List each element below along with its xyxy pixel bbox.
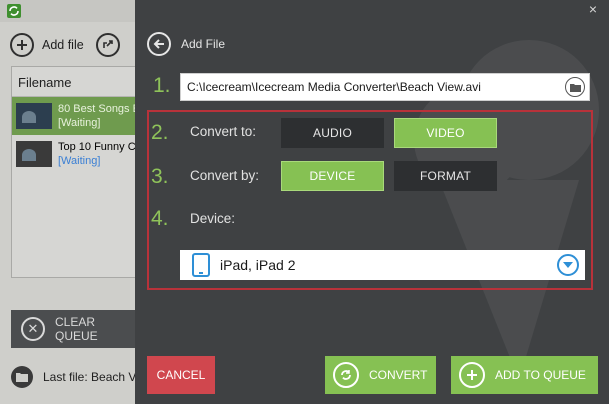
device-select-value: iPad, iPad 2	[220, 257, 296, 273]
file-path-field[interactable]: C:\Icecream\Icecream Media Converter\Bea…	[180, 73, 590, 101]
add-to-queue-button-label: ADD TO QUEUE	[495, 368, 586, 382]
close-icon[interactable]: ×	[589, 1, 597, 17]
device-option-button[interactable]: DEVICE	[281, 161, 384, 191]
clear-queue-label: CLEAR QUEUE	[55, 315, 98, 343]
clear-queue-button[interactable]: ✕ CLEAR QUEUE	[11, 310, 141, 348]
cancel-button[interactable]: CANCEL	[147, 356, 215, 394]
list-item-title: 80 Best Songs E	[58, 103, 140, 115]
list-item-status: [Waiting]	[58, 117, 101, 129]
convert-button-label: CONVERT	[369, 368, 428, 382]
tablet-icon	[192, 253, 210, 277]
video-option-button[interactable]: VIDEO	[394, 118, 497, 148]
last-file-label: Last file: Beach Vi	[43, 370, 139, 384]
step-number-2: 2.	[151, 121, 169, 144]
share-icon	[96, 33, 120, 57]
file-list: Filename 80 Best Songs E [Waiting] Top 1…	[11, 66, 151, 278]
device-select[interactable]: iPad, iPad 2	[180, 250, 585, 280]
add-file-dialog: × Add File 1. C:\Icecream\Icecream Media…	[135, 0, 609, 404]
list-item[interactable]: Top 10 Funny C [Waiting]	[12, 135, 150, 173]
dialog-title: Add File	[181, 37, 226, 51]
app-logo-icon	[7, 4, 21, 18]
chevron-down-icon[interactable]	[557, 254, 579, 276]
step-number-1: 1.	[153, 74, 171, 97]
clear-icon: ✕	[21, 317, 45, 341]
convert-by-label: Convert by:	[190, 168, 260, 183]
back-arrow-icon	[147, 32, 171, 56]
list-item-title: Top 10 Funny C	[58, 141, 136, 153]
format-option-button[interactable]: FORMAT	[394, 161, 497, 191]
last-file-row[interactable]: Last file: Beach Vi	[11, 366, 139, 388]
video-thumbnail	[16, 103, 52, 129]
back-button[interactable]: Add File	[147, 32, 225, 56]
folder-icon	[11, 366, 33, 388]
file-path-value: C:\Icecream\Icecream Media Converter\Bea…	[187, 80, 481, 94]
browse-folder-icon[interactable]	[565, 77, 585, 97]
convert-icon	[333, 362, 359, 388]
list-item[interactable]: 80 Best Songs E [Waiting]	[12, 97, 150, 135]
main-titlebar	[0, 0, 140, 22]
share-button[interactable]	[96, 33, 120, 57]
step-number-3: 3.	[151, 165, 169, 188]
convert-button[interactable]: CONVERT	[325, 356, 436, 394]
audio-option-button[interactable]: AUDIO	[281, 118, 384, 148]
list-item-status: [Waiting]	[58, 155, 101, 167]
convert-to-label: Convert to:	[190, 124, 257, 139]
filename-column-header: Filename	[12, 67, 150, 97]
step-number-4: 4.	[151, 207, 169, 230]
video-thumbnail	[16, 141, 52, 167]
add-file-icon	[10, 33, 34, 57]
add-to-queue-button[interactable]: ADD TO QUEUE	[451, 356, 598, 394]
plus-icon	[459, 362, 485, 388]
add-file-button[interactable]: Add file	[10, 33, 84, 57]
device-label: Device:	[190, 211, 236, 226]
add-file-label: Add file	[42, 38, 84, 52]
